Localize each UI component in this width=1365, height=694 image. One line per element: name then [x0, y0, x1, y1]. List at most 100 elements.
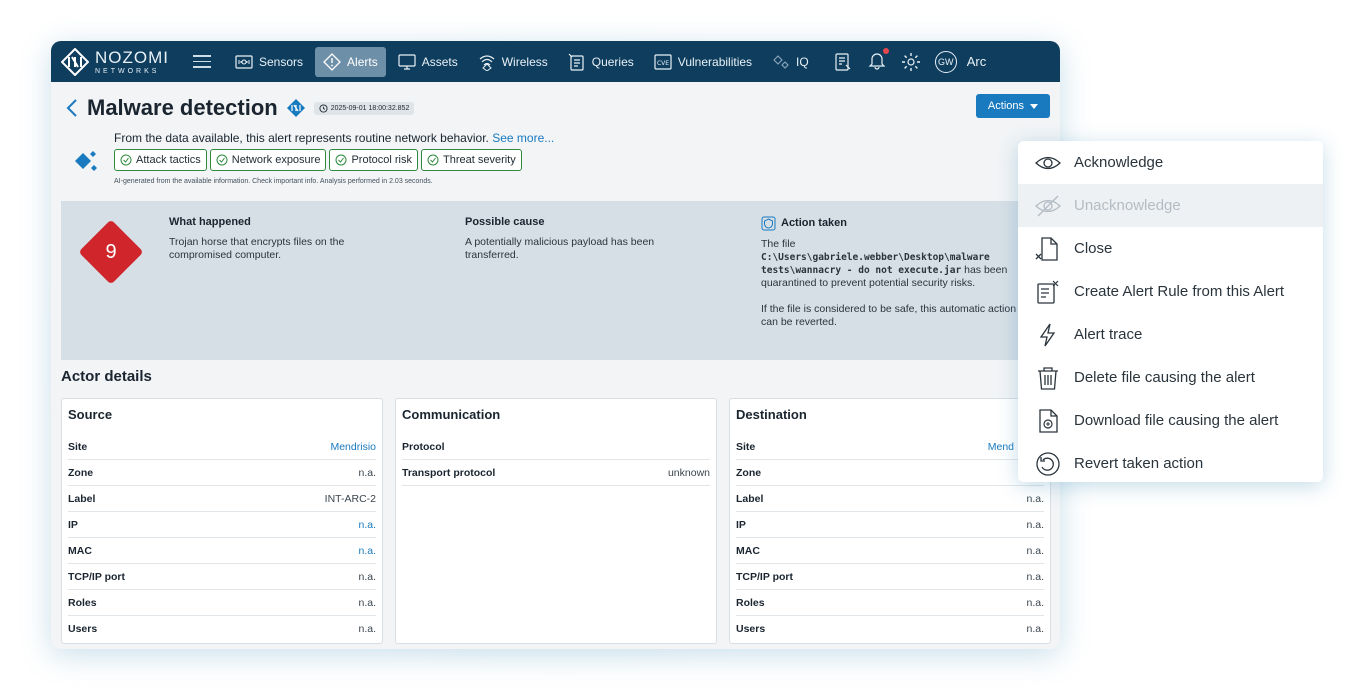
table-row: IP n.a.: [736, 512, 1044, 538]
menu-item-alert-trace[interactable]: Alert trace: [1018, 313, 1323, 356]
table-row: Zone: [736, 460, 1044, 486]
nav-item-iq[interactable]: IQ: [764, 47, 817, 77]
ai-footnote: AI-generated from the available informat…: [114, 178, 433, 185]
row-value: unknown: [667, 466, 710, 479]
row-value: n.a.: [1026, 544, 1044, 557]
row-key: Site: [736, 440, 756, 453]
table-row: MAC n.a.: [736, 538, 1044, 564]
table-row: Roles n.a.: [736, 590, 1044, 616]
monitor-icon: [398, 53, 416, 70]
hamburger-menu-icon[interactable]: [193, 55, 211, 68]
page-header: Malware detection 2025-09-01 18:00:32.85…: [65, 93, 1050, 123]
menu-label: Revert taken action: [1074, 455, 1204, 472]
chip-label: Threat severity: [442, 154, 516, 166]
action-taken-text: The file C:\Users\gabriele.webber\Deskto…: [761, 238, 1021, 290]
row-key: Label: [736, 492, 764, 505]
table-row: Roles n.a.: [68, 590, 376, 616]
chip-protocol-risk[interactable]: Protocol risk: [329, 149, 418, 171]
alert-diamond-icon: [323, 52, 341, 71]
menu-item-close[interactable]: Close: [1018, 227, 1323, 270]
queries-icon: [568, 53, 584, 71]
back-arrow-icon[interactable]: [65, 98, 79, 118]
nav-label: IQ: [796, 54, 809, 69]
communication-title: Communication: [402, 407, 501, 422]
menu-item-create-alert-rule[interactable]: Create Alert Rule from this Alert: [1018, 270, 1323, 313]
chip-threat-severity[interactable]: Threat severity: [420, 149, 522, 171]
row-key: Site: [68, 440, 88, 453]
action-taken: Action taken The file C:\Users\gabriele.…: [761, 216, 1021, 329]
chip-label: Attack tactics: [136, 154, 201, 166]
site-link[interactable]: Mend: [988, 441, 1014, 453]
mac-link[interactable]: n.a.: [358, 545, 376, 557]
nav-item-queries[interactable]: Queries: [560, 47, 642, 77]
chip-network-exposure[interactable]: Network exposure: [209, 149, 327, 171]
row-key: Users: [736, 623, 766, 635]
table-row: Label n.a.: [736, 486, 1044, 512]
eye-icon: [1035, 156, 1061, 169]
svg-text:CVE: CVE: [657, 60, 669, 67]
row-value: n.a.: [1026, 518, 1044, 531]
nav-item-alerts[interactable]: Alerts: [315, 46, 386, 77]
menu-label: Download file causing the alert: [1074, 412, 1279, 429]
nav-label: Alerts: [347, 54, 378, 69]
severity-value: 9: [105, 240, 117, 263]
row-key: Roles: [736, 596, 765, 609]
site-link[interactable]: Mendrisio: [330, 441, 376, 453]
shield-check-icon: [761, 216, 776, 231]
ip-link[interactable]: n.a.: [358, 519, 376, 531]
check-circle-icon: [335, 154, 347, 166]
sensor-icon: [235, 54, 253, 69]
row-key: Users: [68, 623, 98, 635]
nozomi-logo-icon: [61, 47, 89, 76]
row-value: INT-ARC-2: [324, 492, 376, 505]
table-row: Zone n.a.: [68, 460, 376, 486]
chip-attack-tactics[interactable]: Attack tactics: [114, 149, 207, 171]
menu-item-unacknowledge: Unacknowledge: [1018, 184, 1323, 227]
chip-label: Protocol risk: [351, 154, 412, 166]
menu-label: Close: [1074, 240, 1113, 257]
page-title: Malware detection: [87, 95, 278, 120]
what-happened-title: What happened: [169, 216, 251, 228]
nozomi-badge-icon: [286, 99, 305, 117]
communication-card: Communication Protocol Transport protoco…: [395, 398, 717, 644]
nav-item-wireless[interactable]: Wireless: [470, 47, 556, 77]
user-avatar[interactable]: GW: [934, 50, 957, 73]
alert-rule-icon: [1037, 280, 1059, 304]
menu-item-revert-action[interactable]: Revert taken action: [1018, 442, 1323, 482]
actions-button[interactable]: Actions: [975, 94, 1050, 118]
row-key: IP: [68, 518, 78, 531]
row-value: n.a.: [1026, 570, 1044, 583]
actions-label: Actions: [987, 100, 1024, 112]
table-row: Users n.a.: [68, 616, 376, 642]
revert-icon: [1036, 451, 1060, 476]
menu-item-download-file[interactable]: Download file causing the alert: [1018, 399, 1323, 442]
eye-off-icon: [1035, 195, 1061, 216]
notifications[interactable]: [867, 48, 889, 73]
table-row: TCP/IP port n.a.: [68, 564, 376, 590]
logo[interactable]: NOZOMI NETWORKS: [61, 47, 181, 76]
nav-label: Vulnerabilities: [677, 54, 753, 69]
gear-icon[interactable]: [901, 52, 921, 72]
see-more-link[interactable]: See more...: [492, 131, 554, 145]
report-icon[interactable]: [833, 52, 853, 72]
action-note: If the file is considered to be safe, th…: [761, 303, 1017, 328]
table-row: MAC n.a.: [68, 538, 376, 564]
actor-details-title: Actor details: [61, 368, 152, 385]
destination-card: Destination Site Mend Zone Label n.a. IP n.…: [729, 398, 1051, 644]
menu-item-acknowledge[interactable]: Acknowledge: [1018, 141, 1323, 184]
timestamp-text: 2025-09-01 18:00:32.852: [330, 104, 410, 112]
nav-item-sensors[interactable]: Sensors: [227, 47, 311, 77]
row-key: MAC: [736, 544, 760, 557]
nav-item-assets[interactable]: Assets: [390, 47, 466, 77]
row-value: n.a.: [1026, 596, 1044, 609]
menu-item-delete-file[interactable]: Delete file causing the alert: [1018, 356, 1323, 399]
row-key: Protocol: [402, 440, 445, 453]
ai-summary-text: From the data available, this alert repr…: [114, 131, 554, 145]
possible-cause-title: Possible cause: [465, 216, 545, 228]
ai-summary-sentence: From the data available, this alert repr…: [114, 131, 489, 145]
nav-item-vulnerabilities[interactable]: CVE Vulnerabilities: [646, 47, 760, 77]
user-name[interactable]: Arc: [967, 54, 987, 69]
row-key: Label: [68, 492, 96, 505]
row-key: Zone: [736, 466, 762, 479]
row-key: TCP/IP port: [68, 570, 125, 583]
